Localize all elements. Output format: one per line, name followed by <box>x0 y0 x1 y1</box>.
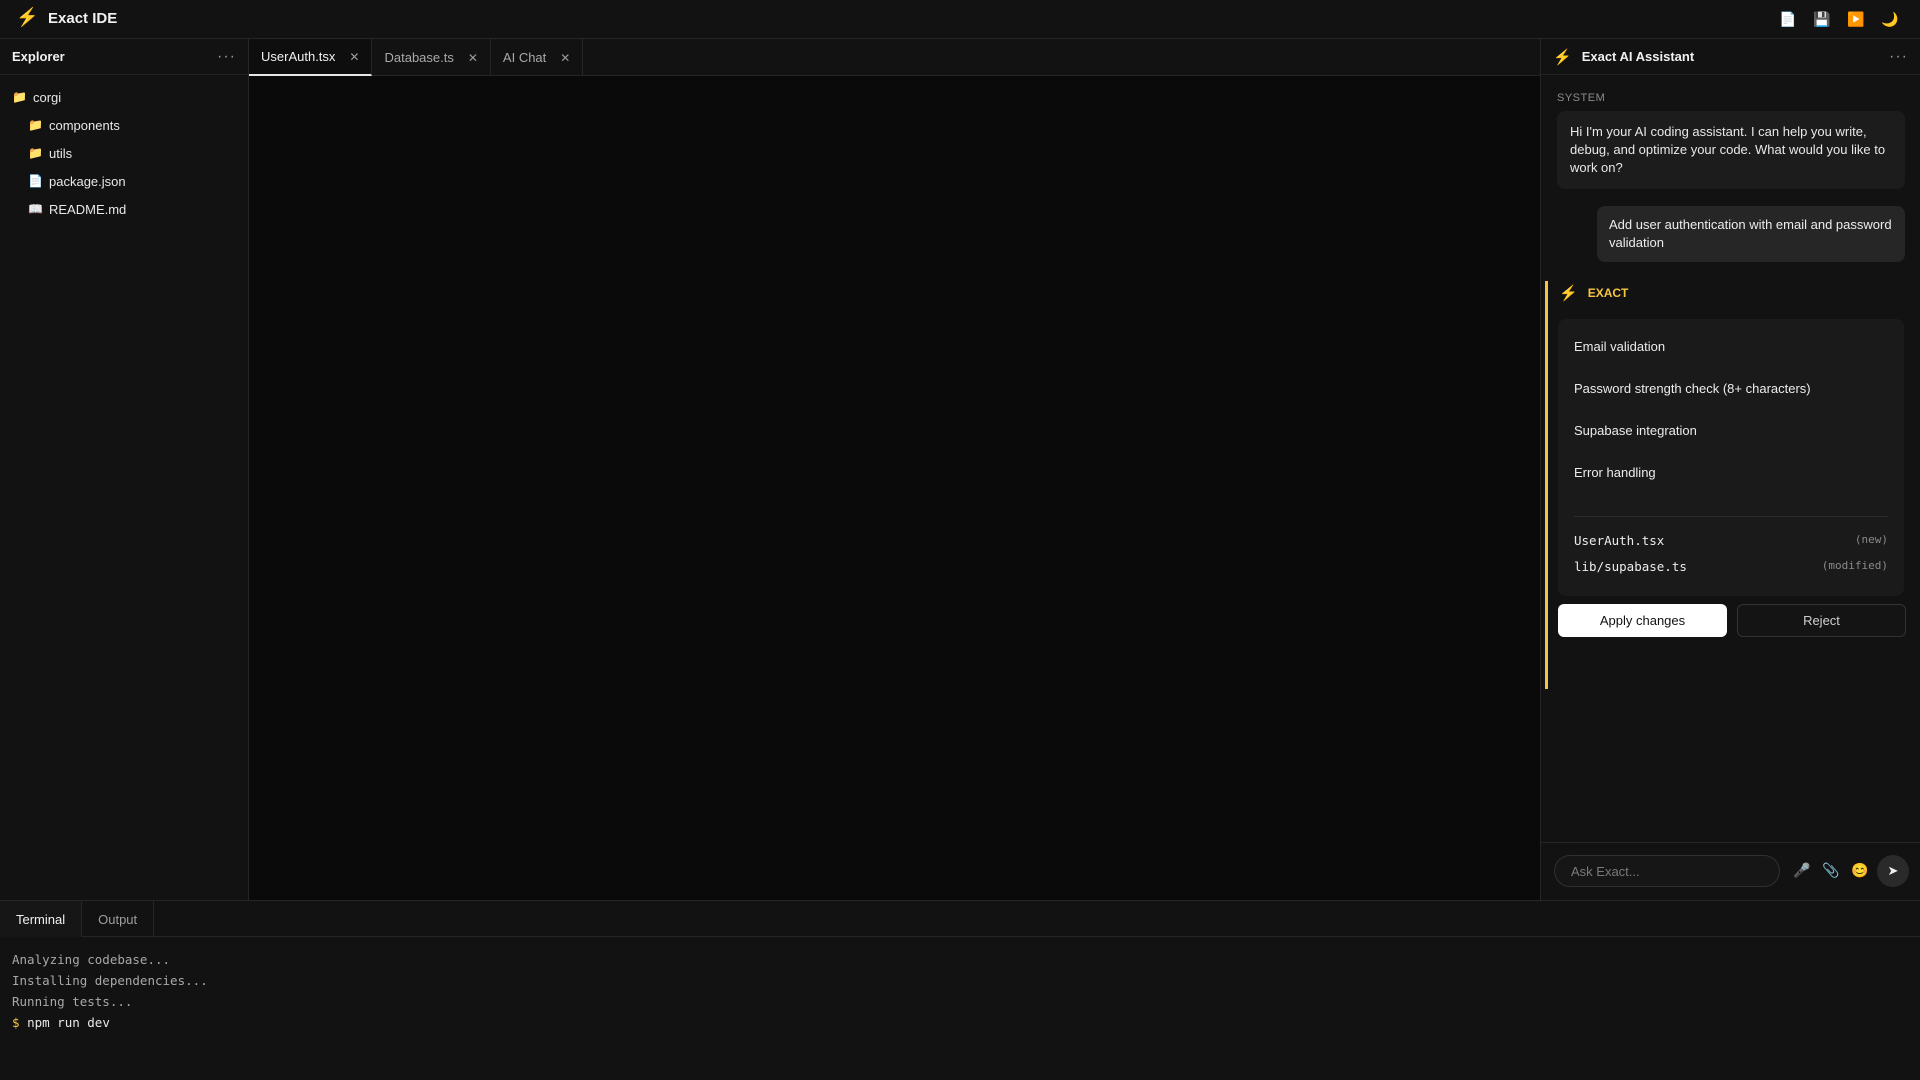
save-icon[interactable]: 💾 <box>1812 9 1832 29</box>
terminal-line: Installing dependencies... <box>12 973 208 988</box>
exact-response-header: ⚡ EXACT <box>1559 284 1628 302</box>
play-icon[interactable]: ▶️ <box>1846 9 1866 29</box>
editor-tabs: UserAuth.tsx ✕ Database.ts ✕ AI Chat ✕ <box>249 39 1540 76</box>
reject-button[interactable]: Reject <box>1737 604 1906 637</box>
exact-response: ⚡ EXACT Email validation Password streng… <box>1545 281 1920 689</box>
tree-item-corgi[interactable]: 📁 corgi <box>0 83 248 111</box>
file-status: (new) <box>1854 533 1888 546</box>
terminal-output[interactable]: Analyzing codebase... Installing depende… <box>0 937 1920 1045</box>
more-options-icon[interactable]: ··· <box>217 48 236 66</box>
feature-item: Error handling <box>1574 465 1656 480</box>
exact-label: EXACT <box>1587 286 1629 300</box>
apply-changes-button[interactable]: Apply changes <box>1558 604 1727 637</box>
title-bar: ⚡ Exact IDE 📄 💾 ▶️ 🌙 <box>0 0 1920 39</box>
chat-input-bar: 🎤 📎 😊 ➤ <box>1541 842 1920 900</box>
close-icon[interactable]: ✕ <box>560 51 570 65</box>
tab-terminal[interactable]: Terminal <box>0 901 83 937</box>
bottom-panel: Terminal Output Analyzing codebase... In… <box>0 900 1920 1080</box>
tab-label: UserAuth.tsx <box>261 49 336 64</box>
code-editor[interactable] <box>249 76 1540 900</box>
system-message: Hi I'm your AI coding assistant. I can h… <box>1557 111 1905 189</box>
terminal-line: Analyzing codebase... <box>12 952 171 967</box>
changed-file-row[interactable]: UserAuth.tsx (new) <box>1574 533 1888 548</box>
file-status: (modified) <box>1821 559 1888 572</box>
terminal-line: Running tests... <box>12 994 133 1009</box>
lightning-bolt-icon: ⚡ <box>1553 48 1572 66</box>
explorer-panel: Explorer ··· 📁 corgi 📁 components 📁 util… <box>0 39 249 900</box>
tab-userauth[interactable]: UserAuth.tsx ✕ <box>249 39 373 76</box>
tree-item-label: utils <box>49 145 73 161</box>
ai-assistant-panel: ⚡ Exact AI Assistant ··· SYSTEM Hi I'm y… <box>1540 39 1920 900</box>
user-message: Add user authentication with email and p… <box>1597 206 1905 262</box>
terminal-prompt-line: $ npm run dev <box>12 1012 1908 1033</box>
prompt-symbol: $ <box>12 1015 20 1030</box>
tab-label: AI Chat <box>502 50 547 65</box>
moon-icon[interactable]: 🌙 <box>1880 9 1900 29</box>
file-name: lib/supabase.ts <box>1574 559 1687 574</box>
microphone-icon[interactable]: 🎤 <box>1793 862 1810 879</box>
send-button[interactable]: ➤ <box>1877 855 1909 887</box>
folder-icon: 📁 <box>28 146 43 160</box>
folder-icon: 📁 <box>28 118 43 132</box>
tree-item-components[interactable]: 📁 components <box>0 111 248 139</box>
tree-item-package-json[interactable]: 📄 package.json <box>0 167 248 195</box>
tab-output[interactable]: Output <box>82 901 155 937</box>
folder-icon: 📁 <box>12 90 27 104</box>
terminal-command: npm run dev <box>27 1015 110 1030</box>
file-icon: 📄 <box>28 174 43 188</box>
tree-item-label: components <box>49 117 120 133</box>
assistant-header: ⚡ Exact AI Assistant ··· <box>1541 39 1920 75</box>
ask-input[interactable] <box>1554 855 1780 887</box>
system-label: SYSTEM <box>1557 92 1606 104</box>
toolbar-actions: 📄 💾 ▶️ 🌙 <box>1778 9 1900 29</box>
assistant-title-text: Exact AI Assistant <box>1581 49 1695 64</box>
bottom-tabs: Terminal Output <box>0 901 1920 937</box>
change-summary-card: Email validation Password strength check… <box>1558 319 1904 596</box>
divider <box>1574 516 1888 517</box>
feature-item: Password strength check (8+ characters) <box>1574 381 1811 396</box>
emoji-icon[interactable]: 😊 <box>1851 862 1868 879</box>
document-icon[interactable]: 📄 <box>1778 9 1798 29</box>
paperclip-icon[interactable]: 📎 <box>1822 862 1839 879</box>
explorer-header: Explorer ··· <box>0 39 248 75</box>
tab-database[interactable]: Database.ts ✕ <box>372 39 491 76</box>
tree-item-label: README.md <box>49 201 127 217</box>
send-icon: ➤ <box>1887 863 1899 878</box>
tree-item-readme[interactable]: 📖 README.md <box>0 195 248 223</box>
lightning-bolt-icon: ⚡ <box>1559 285 1578 302</box>
book-icon: 📖 <box>28 202 43 216</box>
tab-ai-chat[interactable]: AI Chat ✕ <box>491 39 584 76</box>
feature-item: Supabase integration <box>1574 423 1697 438</box>
file-tree: 📁 corgi 📁 components 📁 utils 📄 package.j… <box>0 75 248 223</box>
file-name: UserAuth.tsx <box>1574 533 1665 548</box>
lightning-bolt-icon: ⚡ <box>16 7 39 27</box>
app-title: Exact IDE <box>48 10 118 27</box>
feature-item: Email validation <box>1574 339 1666 354</box>
tab-label: Database.ts <box>384 50 454 65</box>
more-options-icon[interactable]: ··· <box>1889 48 1908 66</box>
changed-file-row[interactable]: lib/supabase.ts (modified) <box>1574 559 1888 574</box>
close-icon[interactable]: ✕ <box>468 51 478 65</box>
assistant-title: ⚡ Exact AI Assistant <box>1553 48 1694 66</box>
close-icon[interactable]: ✕ <box>349 50 359 64</box>
tree-item-utils[interactable]: 📁 utils <box>0 139 248 167</box>
explorer-title: Explorer <box>12 49 65 64</box>
tree-item-label: package.json <box>49 173 126 189</box>
tree-item-label: corgi <box>33 89 62 105</box>
